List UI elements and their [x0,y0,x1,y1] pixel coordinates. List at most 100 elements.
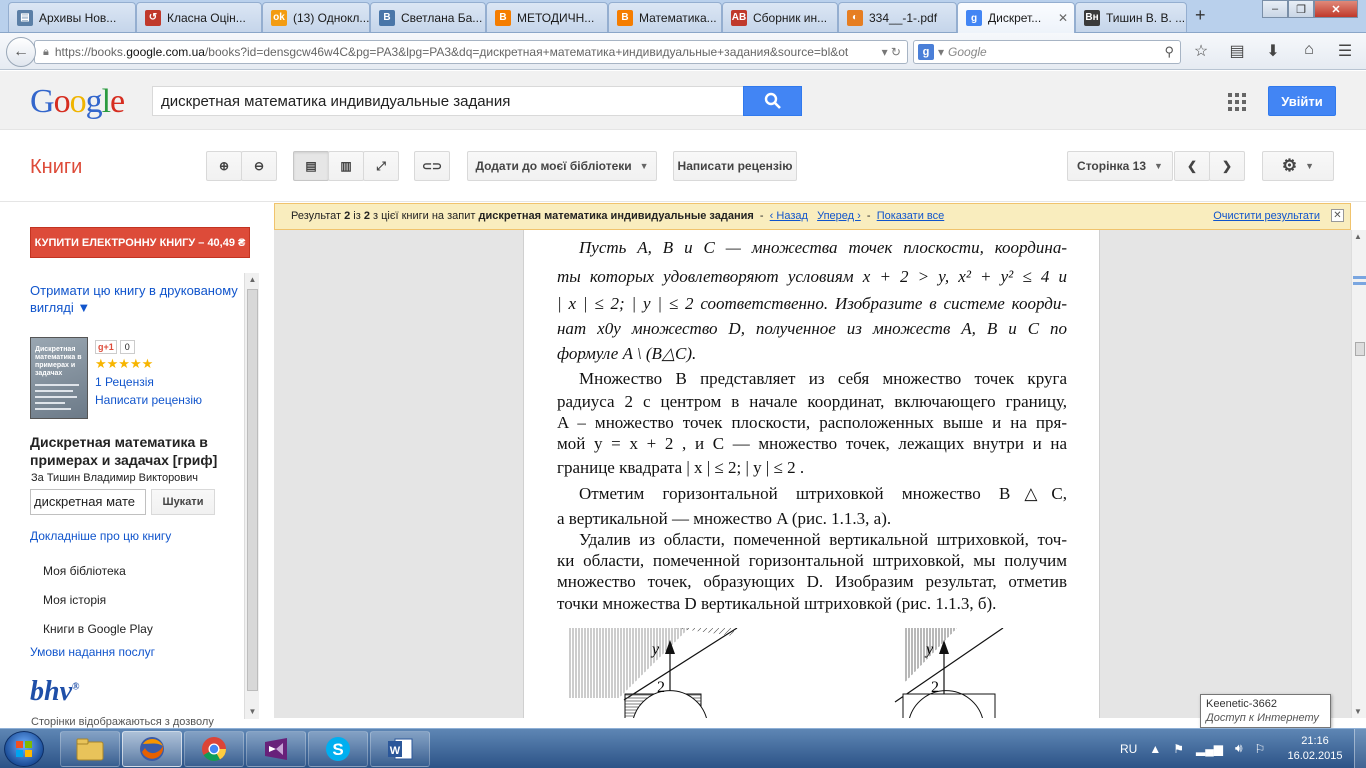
page-text-line: Множество B представляет из себя множест… [579,369,1067,388]
browser-tab[interactable]: ↺ Класна Оцін... [136,2,262,32]
fullscreen-button[interactable]: ⤢ [363,151,399,181]
link-button[interactable]: ⊂⊃ [414,151,450,181]
my-history-link[interactable]: Моя історія [43,593,106,607]
taskbar-explorer[interactable] [60,731,120,767]
viewer-scroll-thumb[interactable] [1355,342,1365,356]
buy-ebook-button[interactable]: КУПИТИ ЕЛЕКТРОННУ КНИГУ – 40,49 ₴ [30,227,250,258]
add-to-library-button[interactable]: Додати до моєї бібліотеки ▼ [467,151,657,181]
maximize-button[interactable]: ❐ [1288,0,1314,18]
page-select-label: Сторінка 13 [1077,159,1147,173]
tray-expand-icon[interactable]: ▲ [1149,742,1161,756]
viewer-scrollbar[interactable]: ▲ ▼ [1351,230,1366,718]
language-indicator[interactable]: RU [1120,742,1137,756]
page-viewer[interactable]: Пусть A, B и C — множества точек плоскос… [274,230,1351,718]
reload-icon[interactable]: ▾ ↻ [882,45,901,59]
page-select-button[interactable]: Сторінка 13 ▼ [1067,151,1173,181]
google-logo[interactable]: Google [30,83,125,121]
two-page-button[interactable]: ▥ [328,151,364,181]
new-tab-button[interactable]: + [1195,5,1206,26]
scroll-up-icon[interactable]: ▲ [245,273,260,287]
print-book-link[interactable]: Отримати цю книгу в друкованому вигляді … [30,282,245,316]
browser-tab[interactable]: ok (13) Однокл... [262,2,370,32]
settings-button[interactable]: ⚙ ▼ [1262,151,1334,181]
browser-search-box[interactable]: g ▾ Google ⚲ [913,40,1181,64]
scroll-up-icon[interactable]: ▲ [1354,232,1362,241]
reviews-link[interactable]: 1 Рецензія [95,375,154,389]
more-about-book-link[interactable]: Докладніше про цю книгу [30,529,171,543]
result-back-link[interactable]: ‹ Назад [770,210,808,222]
tab-favicon-icon: B [495,9,511,26]
browser-tab[interactable]: ▤ Архивы Нов... [8,2,136,32]
volume-icon[interactable]: 🔊︎ [1235,741,1243,756]
action-center-icon[interactable]: ⚑ [1173,742,1184,756]
downloads-icon[interactable]: ⬇ [1262,41,1284,61]
write-review-button[interactable]: Написати рецензію [673,151,797,181]
result-query: дискретная математика индивидуальные зад… [478,210,754,222]
network-signal-icon[interactable]: ▂▄▆ [1196,742,1223,756]
browser-tab[interactable]: B Математика... [608,2,722,32]
browser-tab[interactable]: Вн Тишин В. В. ... [1075,2,1187,32]
taskbar-visual-studio[interactable] [246,731,306,767]
chevron-down-icon: ▼ [1154,161,1163,171]
tab-close-icon[interactable]: ✕ [1058,11,1068,25]
browser-tab[interactable]: B Светлана Ба... [370,2,486,32]
browser-tab[interactable]: ◐ 334__-1-.pdf [838,2,957,32]
terms-link[interactable]: Умови надання послуг [30,645,155,659]
chevron-left-icon: ❮ [1186,159,1198,173]
zoom-in-button[interactable]: ⊕ [206,151,242,181]
clear-results-link[interactable]: Очистити результати [1213,210,1320,222]
back-button[interactable]: ← [6,37,36,67]
start-button[interactable] [4,731,44,767]
google-engine-icon[interactable]: g [918,44,934,60]
browser-tab[interactable]: g Дискрет... ✕ [957,2,1075,33]
search-icon[interactable]: ⚲ [1164,44,1174,60]
minimize-button[interactable]: – [1262,0,1288,18]
books-search-input[interactable]: дискретная математика индивидуальные зад… [152,86,744,116]
close-icon[interactable]: ✕ [1331,209,1344,222]
scroll-down-icon[interactable]: ▼ [245,705,260,719]
result-forward-link[interactable]: Уперед › [817,210,861,222]
zoom-out-button[interactable]: ⊖ [241,151,277,181]
system-clock[interactable]: 21:16 16.02.2015 [1282,734,1348,764]
books-search-button[interactable] [743,86,802,116]
prev-page-button[interactable]: ❮ [1174,151,1210,181]
show-all-link[interactable]: Показати все [877,210,945,222]
book-cover[interactable]: Дискретная математика в примерах и задач… [30,337,88,419]
next-page-button[interactable]: ❯ [1209,151,1245,181]
browser-tab[interactable]: B МЕТОДИЧН... [486,2,608,32]
scroll-down-icon[interactable]: ▼ [1354,707,1362,716]
my-library-link[interactable]: Моя бібліотека [43,564,126,578]
flag-icon[interactable]: ⚐ [1255,742,1266,756]
bookmark-star-icon[interactable]: ☆ [1190,41,1212,61]
google-play-books-link[interactable]: Книги в Google Play [43,622,153,636]
in-book-search-button[interactable]: Шукати [151,489,215,515]
show-desktop-button[interactable] [1354,729,1366,768]
home-icon[interactable]: ⌂ [1298,41,1320,61]
signin-button[interactable]: Увійти [1268,86,1336,116]
browser-tab[interactable]: AB Сборник ин... [722,2,838,32]
menu-icon[interactable]: ☰ [1334,41,1356,61]
sidebar-scrollbar[interactable]: ▲ ▼ [244,273,259,719]
close-window-button[interactable]: ✕ [1314,0,1358,18]
chrome-icon [202,737,226,762]
book-title: Дискретная математика в примерах и задач… [30,434,218,468]
bookmarks-list-icon[interactable]: ▤ [1226,41,1248,61]
books-title[interactable]: Книги [30,156,82,179]
taskbar-word[interactable]: W [370,731,430,767]
tab-favicon-icon: ↺ [145,9,161,26]
engine-dropdown-icon[interactable]: ▾ [938,45,944,59]
chevron-right-icon: ❯ [1221,159,1233,173]
gplus-button[interactable]: g+1 [95,340,117,354]
write-review-link[interactable]: Написати рецензію [95,393,202,407]
address-bar[interactable]: 🔒︎ https://books. google.com.ua/books?id=… [34,40,908,64]
two-page-icon: ▥ [340,159,352,173]
apps-grid-icon[interactable] [1228,93,1246,111]
sidebar-scroll-thumb[interactable] [247,289,258,691]
taskbar-skype[interactable]: S [308,731,368,767]
taskbar-firefox[interactable] [122,731,182,767]
publisher-logo[interactable]: bhv® [30,676,79,708]
taskbar-chrome[interactable] [184,731,244,767]
figure-a-y-label: y [650,641,660,658]
in-book-search-input[interactable]: дискретная мате [30,489,146,515]
single-page-button[interactable]: ▤ [293,151,329,181]
